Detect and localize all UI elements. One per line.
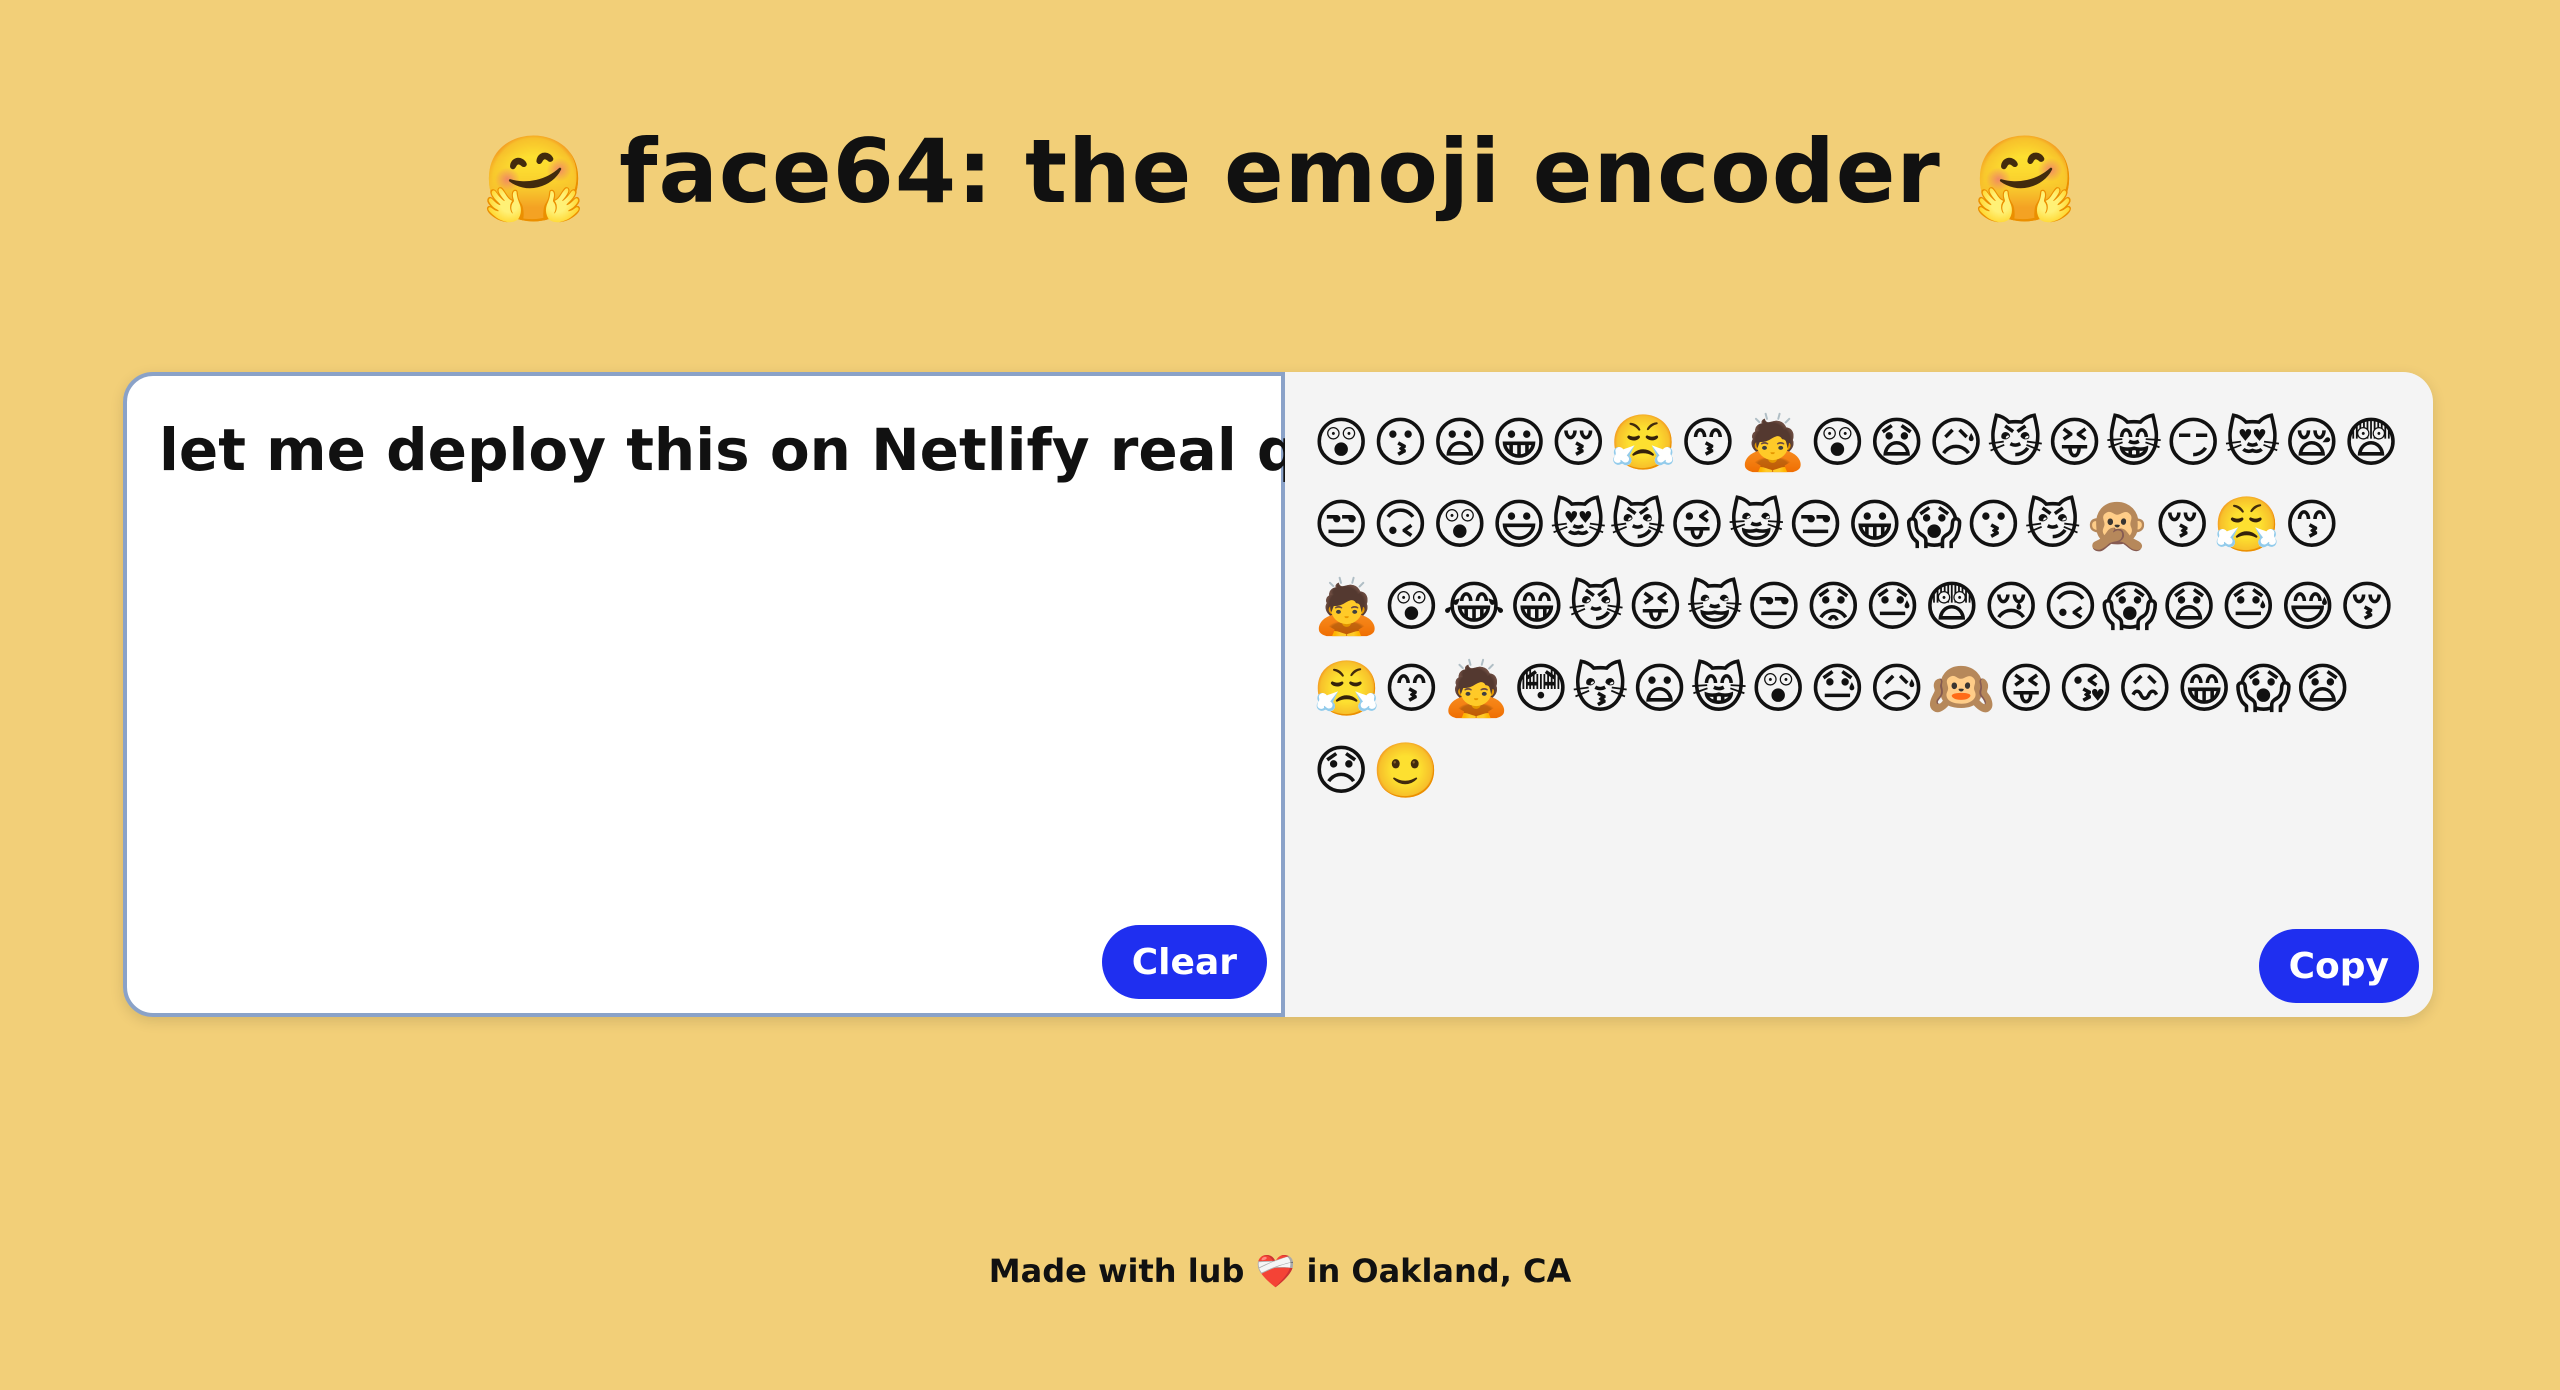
input-text-wrapper[interactable]: let me deploy this on Netlify real quick [159, 410, 1438, 484]
clear-button[interactable]: Clear [1101, 925, 1267, 999]
hugging-face-emoji-right: 🤗 [1972, 130, 2079, 228]
copy-button[interactable]: Copy [2258, 929, 2419, 1003]
emoji-output-area: 😲😗😦😀😚😤😙🙇😲😧😥😼😝😸😏😻😪😨😒🙃😲😃😻😼😜😺😒😀😱😗😼🙊😚😤😙🙇😲😂😁😼… [1285, 372, 2433, 1017]
title-text: face64: the emoji encoder [619, 120, 1941, 223]
heart-icon: ❤️‍🩹 [1255, 1252, 1296, 1290]
hugging-face-emoji-left: 🤗 [481, 130, 588, 228]
emoji-output-text: 😲😗😦😀😚😤😙🙇😲😧😥😼😝😸😏😻😪😨😒🙃😲😃😻😼😜😺😒😀😱😗😼🙊😚😤😙🙇😲😂😁😼… [1313, 411, 2403, 802]
page-title: 🤗 face64: the emoji encoder 🤗 [0, 120, 2560, 229]
footer: Made with lub ❤️‍🩹 in Oakland, CA [0, 1252, 2560, 1290]
footer-suffix: in Oakland, CA [1306, 1252, 1572, 1290]
encoder-panels: let me deploy this on Netlify real quick… [123, 372, 2433, 1017]
footer-prefix: Made with lub [988, 1252, 1245, 1290]
text-input-area[interactable]: let me deploy this on Netlify real quick… [123, 372, 1438, 1017]
input-text[interactable]: let me deploy this on Netlify real quick [159, 416, 1433, 484]
